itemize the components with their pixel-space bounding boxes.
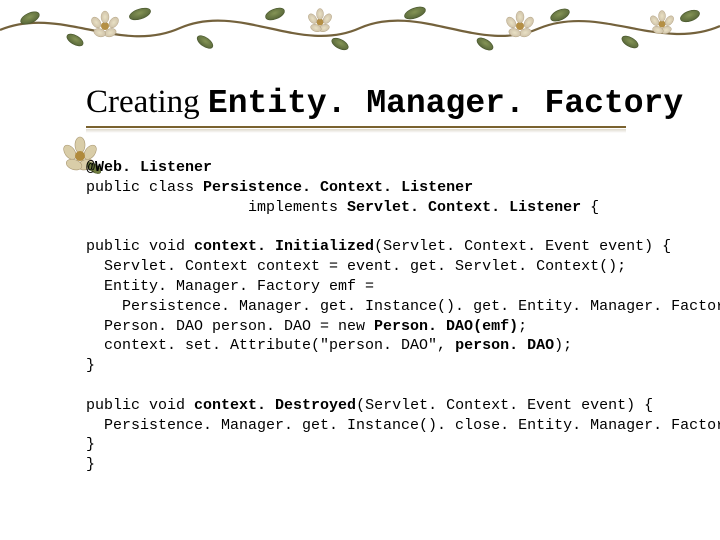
slide-title: Creating Entity. Manager. Factory [86, 84, 672, 122]
slide-content: Creating Entity. Manager. Factory @Web. … [86, 84, 672, 475]
title-serif: Creating [86, 84, 208, 120]
title-rule [86, 126, 672, 136]
slide: Creating Entity. Manager. Factory @Web. … [0, 0, 720, 540]
code-block: @Web. Listener public class Persistence.… [86, 158, 672, 475]
floral-decoration [0, 0, 720, 62]
title-mono: Entity. Manager. Factory [208, 85, 683, 122]
